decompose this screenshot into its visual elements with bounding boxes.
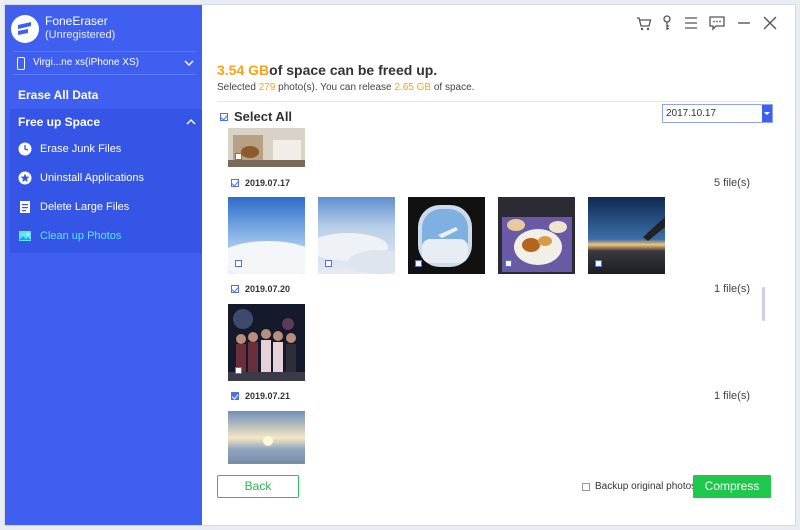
scrollbar-thumb[interactable] bbox=[762, 287, 765, 321]
summary-suffix: of space. bbox=[431, 82, 475, 93]
summary-prefix: Selected bbox=[217, 82, 259, 93]
photo-icon bbox=[19, 231, 31, 241]
selection-summary: Selected 279 photo(s). You can release 2… bbox=[217, 82, 474, 93]
registration-status: (Unregistered) bbox=[45, 29, 116, 41]
photo-thumbnail[interactable] bbox=[498, 197, 575, 274]
date-filter-value: 2017.10.17 bbox=[666, 108, 717, 119]
back-button[interactable]: Back bbox=[217, 475, 299, 498]
photo-thumbnail[interactable] bbox=[228, 304, 305, 381]
sidebar-item-label: Clean up Photos bbox=[40, 230, 122, 242]
date-filter-select[interactable]: 2017.10.17 bbox=[662, 104, 773, 123]
cart-icon[interactable] bbox=[635, 14, 653, 32]
feedback-icon[interactable] bbox=[708, 14, 726, 32]
select-all-label[interactable]: Select All bbox=[234, 109, 292, 124]
photo-checkbox[interactable] bbox=[505, 260, 512, 267]
clock-icon bbox=[18, 142, 32, 156]
nav-free-up-space: Free up Space Erase Junk Files Uninstall… bbox=[10, 109, 202, 253]
sidebar: FoneEraser (Unregistered) Virgi...ne xs(… bbox=[5, 5, 202, 525]
group-checkbox[interactable] bbox=[231, 285, 239, 293]
group-checkbox[interactable] bbox=[231, 392, 239, 400]
group-file-count: 1 file(s) bbox=[713, 390, 750, 402]
photo-checkbox[interactable] bbox=[325, 260, 332, 267]
device-selector[interactable]: Virgi...ne xs(iPhone XS) bbox=[13, 51, 196, 75]
freeable-amount: 3.54 GB bbox=[217, 62, 270, 78]
nav-free-up-space-header[interactable]: Free up Space bbox=[18, 115, 100, 129]
photo-checkbox[interactable] bbox=[595, 260, 602, 267]
free-space-headline: 3.54 GBof space can be freed up. bbox=[217, 62, 437, 78]
app-name: FoneEraser bbox=[45, 14, 108, 28]
photo-checkbox[interactable] bbox=[235, 260, 242, 267]
compress-button[interactable]: Compress bbox=[693, 475, 771, 498]
group-date: 2019.07.20 bbox=[245, 284, 291, 294]
select-all-checkbox[interactable] bbox=[220, 113, 228, 121]
app-logo-icon bbox=[11, 15, 39, 43]
chevron-down-icon bbox=[184, 60, 194, 66]
star-icon bbox=[18, 171, 32, 185]
backup-label[interactable]: Backup original photos bbox=[595, 481, 696, 492]
photo-list: 2019.07.17 5 file(s) 2019.07.20 1 file(s… bbox=[216, 128, 776, 464]
dropdown-arrow-icon[interactable] bbox=[762, 105, 772, 122]
sidebar-item-label: Erase Junk Files bbox=[40, 143, 122, 155]
release-amount: 2.65 GB bbox=[394, 82, 432, 93]
photo-checkbox[interactable] bbox=[415, 260, 422, 267]
photo-checkbox[interactable] bbox=[235, 153, 242, 160]
photo-thumbnail[interactable] bbox=[588, 197, 665, 274]
selected-count: 279 bbox=[258, 82, 276, 93]
sidebar-item-erase-junk-files[interactable]: Erase Junk Files bbox=[18, 139, 198, 161]
photo-thumbnail[interactable] bbox=[228, 197, 305, 274]
sidebar-item-uninstall-applications[interactable]: Uninstall Applications bbox=[18, 168, 198, 190]
phone-icon bbox=[17, 57, 25, 70]
file-icon bbox=[20, 201, 30, 213]
key-icon[interactable] bbox=[658, 14, 676, 32]
nav-erase-all-data[interactable]: Erase All Data bbox=[5, 82, 202, 109]
brand: FoneEraser (Unregistered) bbox=[11, 13, 201, 47]
menu-icon[interactable] bbox=[682, 14, 700, 32]
chevron-up-icon[interactable] bbox=[186, 118, 196, 126]
sidebar-item-label: Uninstall Applications bbox=[40, 172, 144, 184]
group-file-count: 1 file(s) bbox=[713, 283, 750, 295]
divider bbox=[217, 101, 772, 102]
minimize-icon[interactable] bbox=[735, 14, 753, 32]
sidebar-item-clean-up-photos[interactable]: Clean up Photos bbox=[18, 226, 198, 248]
photo-checkbox[interactable] bbox=[235, 367, 242, 374]
sidebar-item-label: Delete Large Files bbox=[40, 201, 130, 213]
backup-checkbox[interactable] bbox=[582, 483, 590, 491]
device-name: Virgi...ne xs(iPhone XS) bbox=[33, 57, 139, 68]
photo-thumbnail[interactable] bbox=[318, 197, 395, 274]
group-file-count: 5 file(s) bbox=[713, 177, 750, 189]
group-date: 2019.07.17 bbox=[245, 178, 291, 188]
headline-text: of space can be freed up. bbox=[269, 62, 438, 78]
photo-thumbnail[interactable] bbox=[228, 128, 305, 167]
group-checkbox[interactable] bbox=[231, 179, 239, 187]
group-date: 2019.07.21 bbox=[245, 391, 291, 401]
photo-thumbnail[interactable] bbox=[408, 197, 485, 274]
summary-mid: photo(s). You can release bbox=[275, 82, 395, 93]
photo-thumbnail[interactable] bbox=[228, 411, 305, 464]
close-icon[interactable] bbox=[761, 14, 779, 32]
sidebar-item-delete-large-files[interactable]: Delete Large Files bbox=[18, 197, 198, 219]
